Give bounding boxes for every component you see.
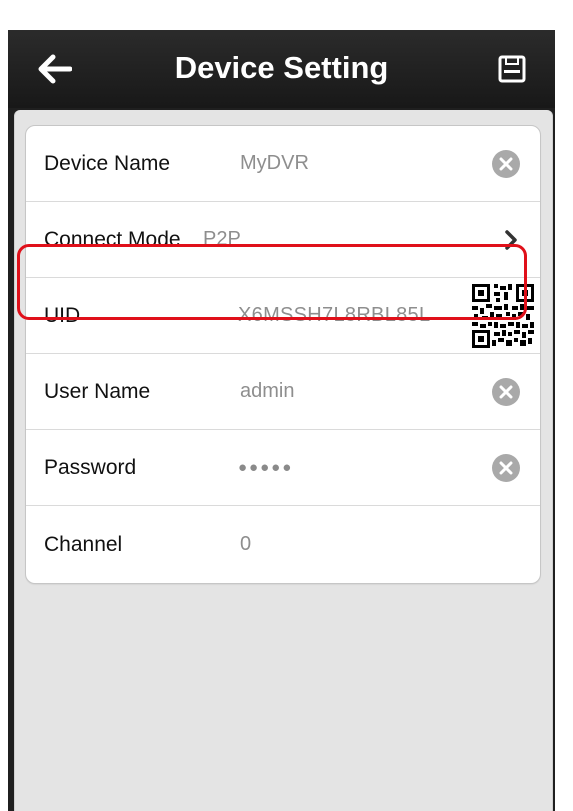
device-name-field[interactable]: MyDVR: [240, 152, 309, 175]
qr-code-icon: [472, 284, 534, 348]
uid-field[interactable]: X6MSSH7L8RBL85L: [238, 304, 430, 327]
scan-qr-button[interactable]: [472, 284, 534, 348]
password-field[interactable]: ●●●●●: [238, 459, 293, 476]
uid-label: UID: [44, 303, 81, 327]
channel-field[interactable]: 0: [240, 533, 251, 556]
nav-bar: Device Setting: [8, 30, 555, 108]
clear-user-name-button[interactable]: [492, 377, 520, 406]
channel-label: Channel: [44, 532, 123, 556]
device-name-row[interactable]: Device Name MyDVR: [26, 126, 540, 202]
connect-mode-label: Connect Mode: [44, 227, 181, 251]
clear-password-button[interactable]: [492, 453, 520, 482]
user-name-field[interactable]: admin: [240, 380, 294, 403]
arrow-left-icon: [38, 54, 72, 84]
clear-icon: [499, 461, 513, 474]
settings-card: Device Name MyDVR Connect Mode P2P UID X…: [25, 125, 541, 584]
password-row[interactable]: Password ●●●●●: [26, 430, 540, 506]
device-name-label: Device Name: [44, 151, 171, 175]
user-name-row[interactable]: User Name admin: [26, 354, 540, 430]
page-title: Device Setting: [174, 50, 389, 85]
clear-device-name-button[interactable]: [492, 149, 520, 178]
app-screen: Device Setting Device Name MyDVR Connect…: [8, 30, 555, 811]
settings-content: Device Name MyDVR Connect Mode P2P UID X…: [14, 110, 553, 811]
save-button[interactable]: [477, 30, 547, 108]
user-name-label: User Name: [44, 379, 151, 403]
password-label: Password: [44, 455, 137, 479]
connect-mode-value: P2P: [203, 228, 241, 250]
clear-icon: [499, 385, 513, 398]
chevron-right-icon: [505, 229, 517, 250]
connect-mode-chevron[interactable]: [504, 229, 518, 250]
back-button[interactable]: [20, 30, 90, 108]
connect-mode-row[interactable]: Connect Mode P2P: [26, 202, 540, 278]
clear-icon: [499, 157, 513, 170]
floppy-disk-icon: [498, 55, 526, 83]
channel-row[interactable]: Channel 0: [26, 506, 540, 583]
uid-row[interactable]: UID X6MSSH7L8RBL85L: [26, 278, 540, 354]
